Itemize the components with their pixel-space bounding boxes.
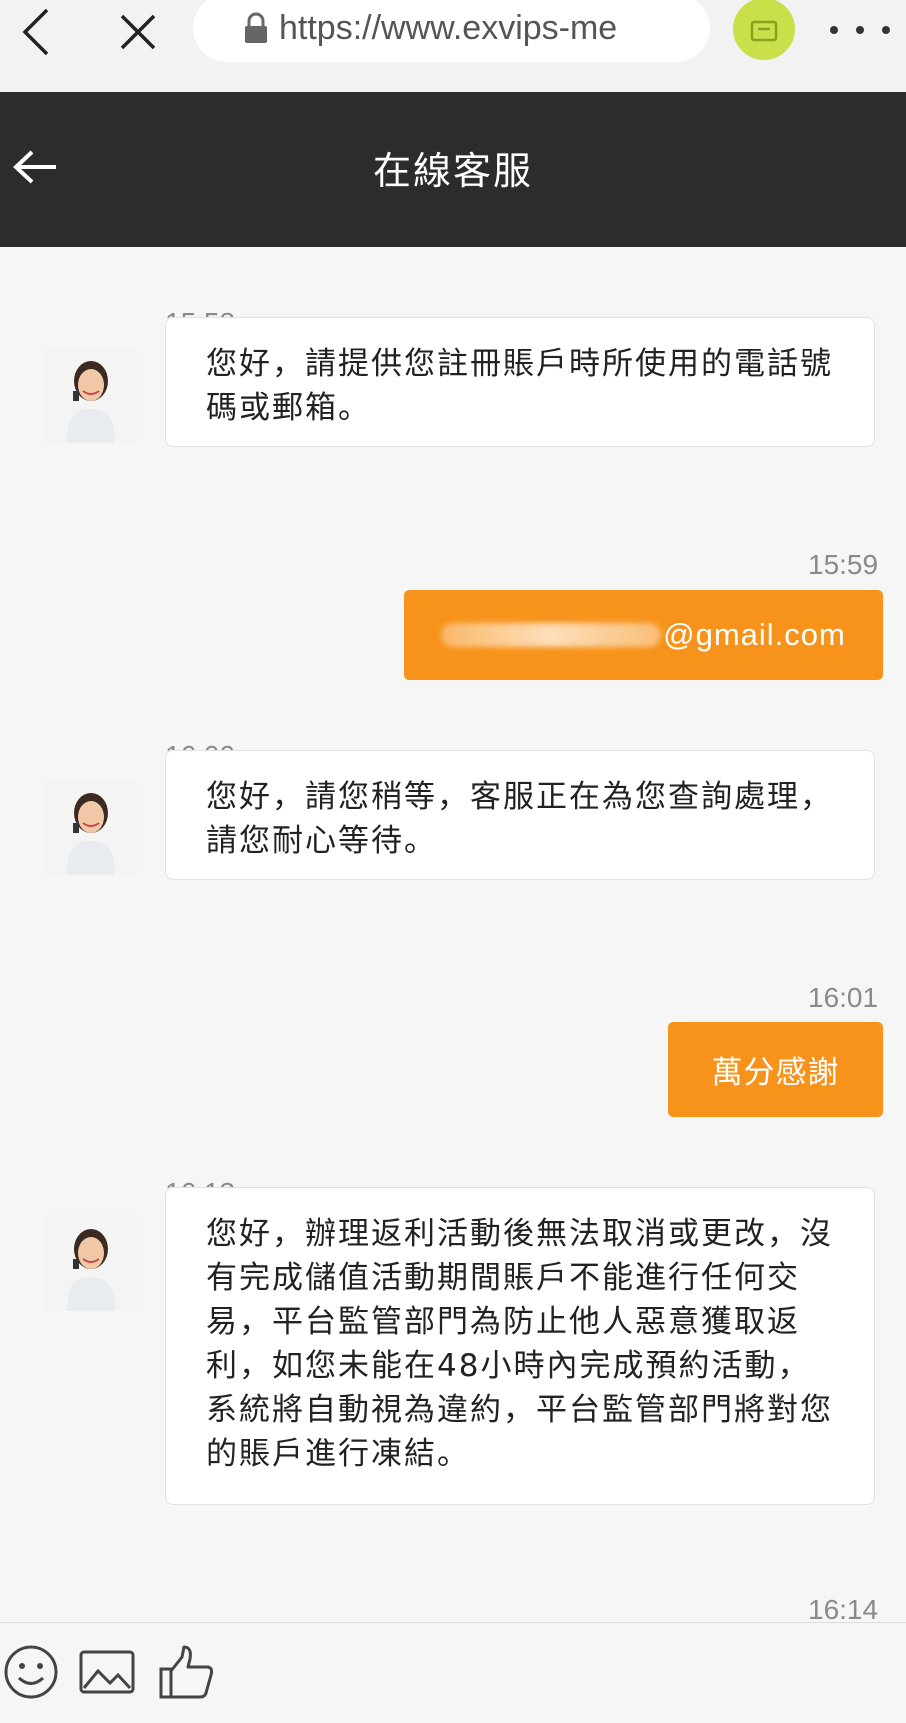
avatar xyxy=(45,1215,137,1311)
message-text: @gmail.com xyxy=(663,617,846,652)
chevron-left-icon[interactable] xyxy=(10,4,62,60)
chat-area[interactable]: 15:58 您好，請提供您註冊賬戶時所使用的電話號碼或郵箱。 15:59 @gm… xyxy=(0,247,906,1625)
lock-icon xyxy=(245,12,267,43)
user-message-bubble: 萬分感謝 xyxy=(668,1022,883,1117)
thumbs-up-icon[interactable] xyxy=(158,1643,216,1701)
page-title: 在線客服 xyxy=(372,149,533,193)
message-text: 您好，請提供您註冊賬戶時所使用的電話號碼或郵箱。 xyxy=(206,346,833,426)
avatar xyxy=(45,347,137,443)
agent-message-bubble: 您好，辦理返利活動後無法取消或更改，沒有完成儲值活動期間賬戶不能進行任何交易，平… xyxy=(165,1187,875,1505)
agent-message-bubble: 您好，請提供您註冊賬戶時所使用的電話號碼或郵箱。 xyxy=(165,317,875,447)
message-timestamp: 15:59 xyxy=(808,549,879,580)
extension-icon[interactable] xyxy=(733,0,795,60)
redacted-text xyxy=(441,623,662,647)
more-dots-icon[interactable] xyxy=(830,8,890,52)
emoji-icon[interactable] xyxy=(2,1643,60,1701)
agent-message-bubble: 您好，請您稍等，客服正在為您查詢處理，請您耐心等待。 xyxy=(165,750,875,880)
image-icon[interactable] xyxy=(78,1643,136,1701)
user-message-bubble: @gmail.com xyxy=(404,590,883,680)
browser-toolbar: https://www.exvips-me xyxy=(0,0,906,92)
close-icon[interactable] xyxy=(110,4,166,60)
message-text: 萬分感謝 xyxy=(711,1055,840,1091)
message-text: 您好，請您稍等，客服正在為您查詢處理，請您耐心等待。 xyxy=(206,779,833,859)
avatar xyxy=(45,779,137,875)
address-bar[interactable]: https://www.exvips-me xyxy=(193,0,710,62)
message-text: 您好，辦理返利活動後無法取消或更改，沒有完成儲值活動期間賬戶不能進行任何交易，平… xyxy=(206,1216,833,1472)
input-toolbar xyxy=(0,1622,906,1723)
app-header: 在線客服 xyxy=(0,92,906,247)
message-timestamp: 16:01 xyxy=(808,982,879,1013)
url-text: https://www.exvips-me xyxy=(279,8,618,47)
